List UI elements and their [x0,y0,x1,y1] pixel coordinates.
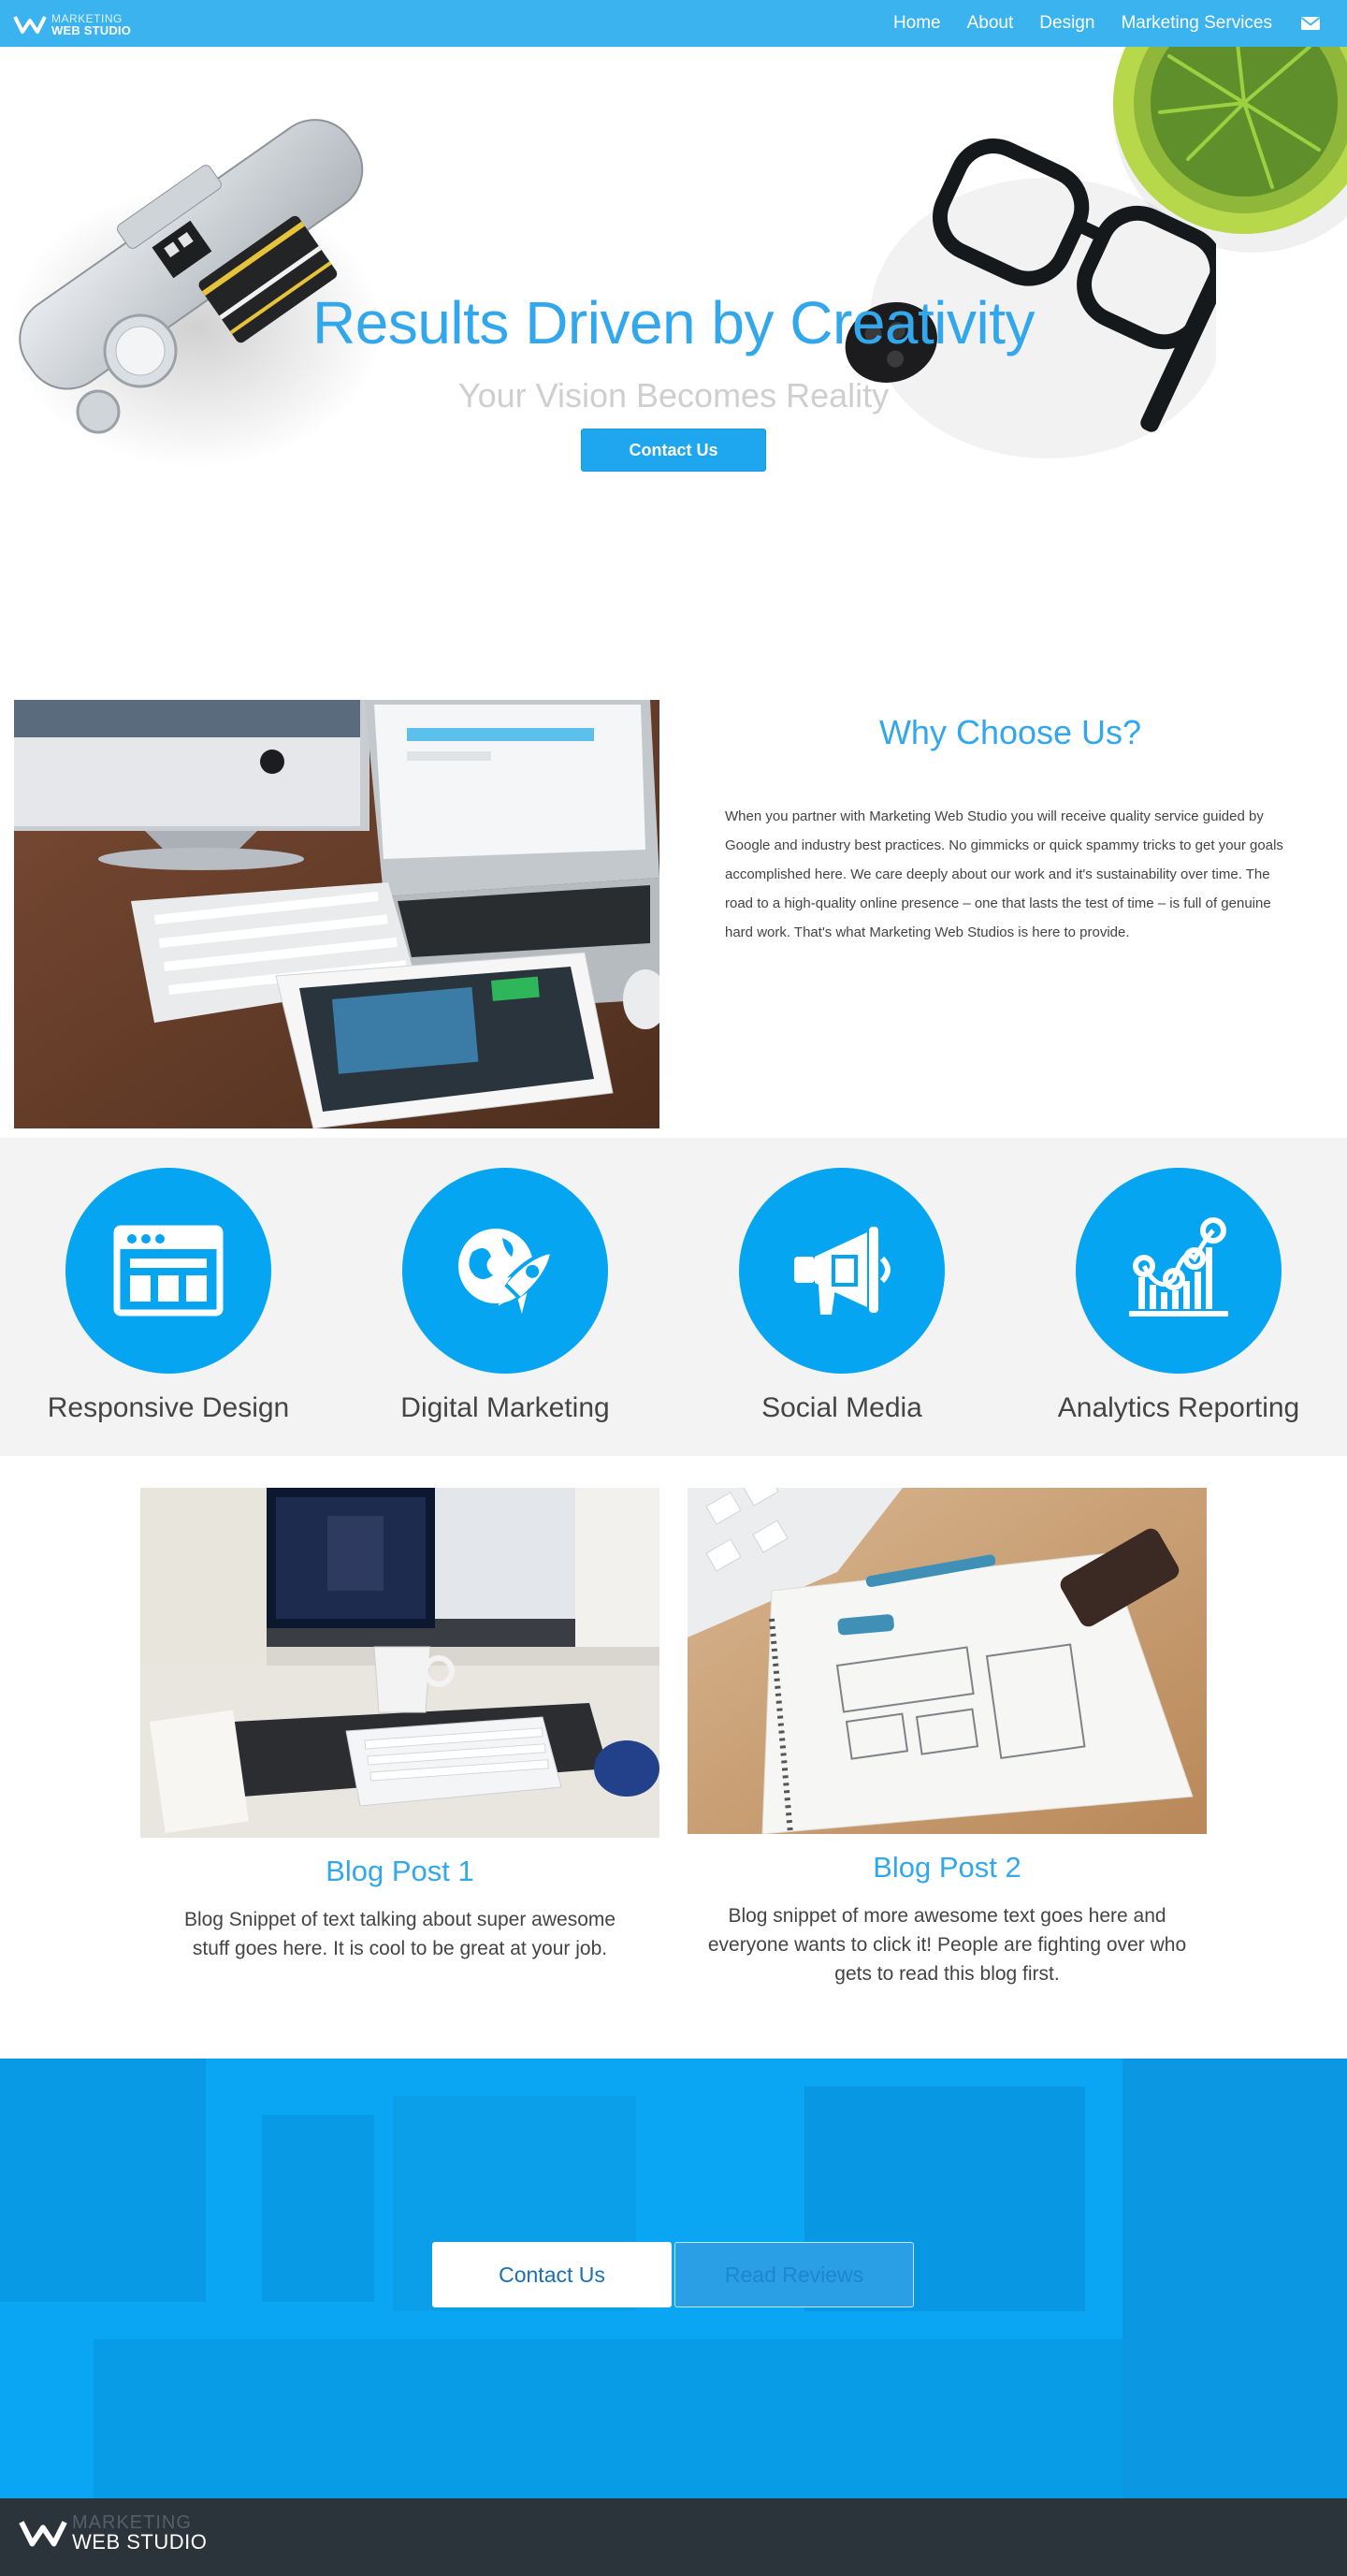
footer-logo-text: MARKETING WEB STUDIO [72,2513,207,2553]
envelope-icon[interactable] [1300,16,1321,31]
wireframe-sketch-photo-icon [688,1488,1207,1834]
camera-image [9,119,384,468]
service-circle [65,1168,271,1374]
browser-window-icon [113,1225,224,1317]
blog-post-2-image[interactable] [688,1488,1207,1834]
blog-post-2[interactable]: Blog Post 2 Blog snippet of more awesome… [688,1488,1207,1988]
footer-logo-mark-icon [19,2521,67,2547]
service-label: Digital Marketing [400,1392,610,1423]
services-section: Responsive Design Digital Marketing Soci… [0,1138,1347,1456]
cta-contact-button[interactable]: Contact Us [432,2242,672,2307]
service-circle [1076,1168,1282,1374]
hero-contact-button[interactable]: Contact Us [581,429,766,472]
desk-photo-icon [14,700,659,1128]
service-responsive-design[interactable]: Responsive Design [0,1168,337,1424]
logo-line1: MARKETING [51,11,123,25]
blog-post-2-text: Blog snippet of more awesome text goes h… [707,1905,1187,1985]
blog-post-1-image[interactable] [140,1488,659,1838]
footer-logo-line2: WEB STUDIO [72,2530,208,2554]
nav-link-home[interactable]: Home [893,13,941,34]
service-digital-marketing[interactable]: Digital Marketing [337,1168,674,1424]
analytics-chart-icon [1129,1217,1228,1317]
service-label: Social Media [761,1392,922,1423]
logo-line2: WEB STUDIO [51,22,132,37]
hero-title: Results Driven by Creativity [312,289,1036,357]
logo[interactable]: MARKETING WEB STUDIO [13,10,131,38]
office-background-photo-icon [0,2059,1347,2498]
service-label: Responsive Design [47,1392,290,1423]
footer-logo-line1: MARKETING [72,2512,192,2533]
footer: MARKETING WEB STUDIO [0,2498,1347,2576]
top-nav: MARKETING WEB STUDIO Home About Design M… [0,0,1347,47]
nav-link-design[interactable]: Design [1039,13,1094,34]
cta-section: Contact Us Read Reviews [0,2059,1347,2498]
workspace-photo-icon [140,1488,659,1838]
rocket-globe-icon [458,1229,555,1315]
service-analytics-reporting[interactable]: Analytics Reporting [1010,1168,1347,1424]
service-circle [739,1168,945,1374]
service-label: Analytics Reporting [1057,1392,1300,1423]
hero-subtitle: Your Vision Becomes Reality [457,376,890,415]
nav-links: Home About Design Marketing Services [893,0,1347,47]
logo-text: MARKETING WEB STUDIO [51,13,131,36]
blog-post-2-title[interactable]: Blog Post 2 [688,1851,1207,1885]
footer-logo[interactable]: MARKETING WEB STUDIO [19,2513,207,2553]
cta-read-reviews-button[interactable]: Read Reviews [674,2242,914,2307]
logo-mark-icon [13,16,47,34]
nav-link-about[interactable]: About [967,13,1014,34]
service-social-media[interactable]: Social Media [674,1168,1010,1424]
service-circle [402,1168,608,1374]
blog-post-1-title[interactable]: Blog Post 1 [140,1855,659,1888]
why-title: Why Choose Us? [878,713,1142,751]
why-desk-image [14,700,659,1128]
why-text: When you partner with Marketing Web Stud… [725,808,1283,940]
nav-link-marketing-services[interactable]: Marketing Services [1121,13,1272,34]
blog-post-1-text: Blog Snippet of text talking about super… [183,1909,616,1959]
megaphone-icon [794,1227,891,1315]
blog-post-1[interactable]: Blog Post 1 Blog Snippet of text talking… [140,1488,659,1963]
hero-section: Results Driven by Creativity Your Vision… [0,47,1347,655]
